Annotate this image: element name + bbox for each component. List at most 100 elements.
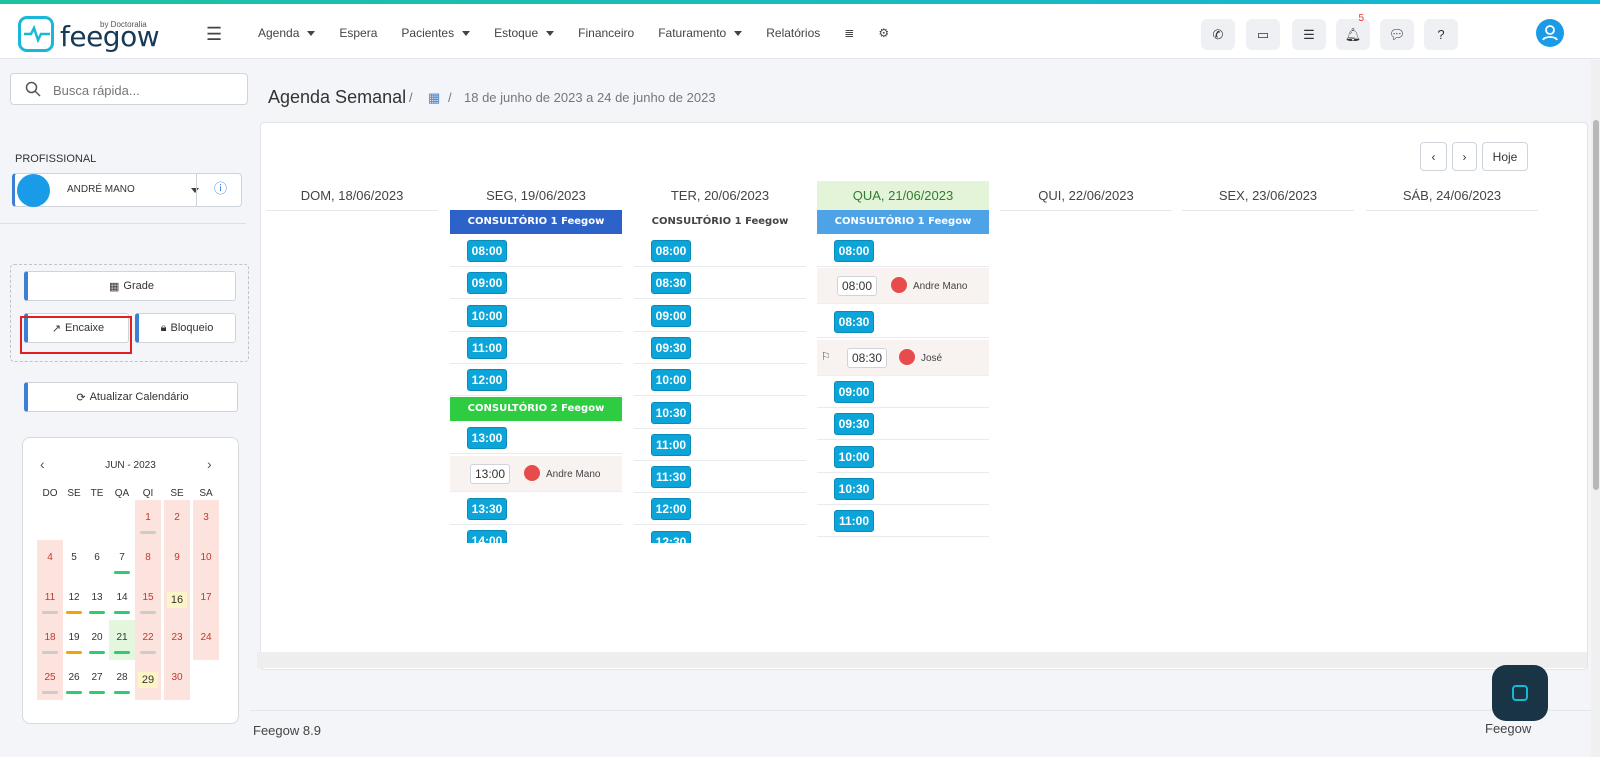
day-header: TER, 20/06/2023: [634, 181, 806, 211]
time-slot[interactable]: 12:00: [634, 493, 806, 526]
time-slot[interactable]: 09:30: [634, 332, 806, 364]
time-slot[interactable]: 10:30: [817, 473, 989, 505]
slot-time-button[interactable]: 08:00: [651, 240, 691, 262]
slot-time-button[interactable]: 11:00: [834, 510, 874, 533]
slot-time-button[interactable]: 10:00: [834, 445, 874, 468]
calendar-day[interactable]: 20: [84, 620, 110, 660]
day-number: 18: [44, 632, 56, 643]
calendar-day[interactable]: 13: [84, 580, 110, 620]
time-slot[interactable]: 11:30: [634, 461, 806, 494]
appointment[interactable]: 08:00 Andre Mano: [817, 268, 989, 304]
calendar-day[interactable]: 11: [37, 580, 63, 620]
slot-time-button[interactable]: 09:30: [834, 413, 874, 436]
time-slot[interactable]: 10:00: [817, 441, 989, 473]
calendar-day[interactable]: 21: [109, 620, 135, 660]
time-slot[interactable]: 08:30: [634, 267, 806, 300]
time-slot[interactable]: 09:00: [634, 300, 806, 332]
slot-time-button[interactable]: 08:30: [651, 272, 691, 295]
slot-time-button[interactable]: 09:00: [834, 381, 874, 403]
calendar-day[interactable]: 24: [193, 620, 219, 660]
time-slot[interactable]: 08:00: [634, 235, 806, 267]
availability-bar: [114, 571, 130, 574]
calendar-day[interactable]: 29: [135, 660, 161, 700]
day-number: 15: [142, 592, 154, 603]
time-slot[interactable]: 11:00: [634, 429, 806, 461]
calendar-day[interactable]: 23: [164, 620, 190, 660]
day-number: 5: [71, 552, 77, 563]
slot-time-button[interactable]: 08:00: [467, 240, 507, 262]
slot-time-button[interactable]: 08:30: [834, 311, 874, 333]
footer-brand: Feegow: [1485, 721, 1532, 736]
slot-time-button[interactable]: 12:00: [467, 369, 507, 392]
appointment[interactable]: ⚐ 08:30 José: [817, 340, 989, 376]
room-header: CONSULTÓRIO 2 Feegow: [450, 397, 622, 421]
day-number: 12: [68, 592, 80, 603]
day-number: 21: [116, 632, 128, 643]
calendar-day[interactable]: 14: [109, 580, 135, 620]
time-slot[interactable]: 13:00: [450, 422, 622, 454]
assistant-icon: [1512, 685, 1528, 701]
horizontal-scrollbar[interactable]: [257, 652, 1587, 668]
assistant-fab[interactable]: [1492, 665, 1548, 721]
time-slot[interactable]: 09:00: [817, 376, 989, 408]
appointment[interactable]: 13:00 Andre Mano: [450, 456, 622, 492]
calendar-day[interactable]: 22: [135, 620, 161, 660]
slot-time-button[interactable]: 13:00: [467, 427, 507, 449]
flag-icon[interactable]: ⚐: [821, 350, 831, 363]
calendar-day[interactable]: 16: [164, 580, 190, 620]
sad-face-icon: [524, 465, 540, 481]
calendar-day[interactable]: 27: [84, 660, 110, 700]
time-slot[interactable]: 11:00: [450, 332, 622, 364]
day-number: 26: [68, 672, 80, 683]
calendar-day[interactable]: 10: [193, 540, 219, 580]
calendar-day[interactable]: 9: [164, 540, 190, 580]
time-slot[interactable]: 10:00: [450, 300, 622, 332]
day-number: 7: [119, 552, 125, 563]
slot-time-button[interactable]: 13:30: [467, 498, 507, 520]
availability-bar: [114, 651, 130, 654]
time-slot[interactable]: 09:30: [817, 408, 989, 441]
time-slot[interactable]: 08:30: [817, 306, 989, 338]
day-number: 17: [200, 592, 212, 603]
calendar-day[interactable]: 17: [193, 580, 219, 620]
slot-time-button[interactable]: 08:00: [834, 240, 874, 262]
calendar-day[interactable]: 15: [135, 580, 161, 620]
slot-time-button[interactable]: 10:00: [651, 369, 691, 392]
vertical-scrollbar[interactable]: [1591, 60, 1600, 757]
calendar-day[interactable]: 18: [37, 620, 63, 660]
scrollbar-thumb[interactable]: [1593, 120, 1599, 490]
slot-time-button[interactable]: 10:30: [651, 401, 691, 424]
calendar-day[interactable]: 8: [135, 540, 161, 580]
slot-time-button[interactable]: 10:30: [834, 477, 874, 500]
calendar-day[interactable]: 7: [109, 540, 135, 580]
time-slot[interactable]: 08:00: [450, 235, 622, 267]
calendar-day[interactable]: 6: [84, 540, 110, 580]
patient-name: Andre Mano: [913, 281, 968, 292]
calendar-day[interactable]: 28: [109, 660, 135, 700]
day-header: QUI, 22/06/2023: [1000, 181, 1172, 211]
day-number: 29: [137, 672, 159, 688]
time-slot[interactable]: 13:30: [450, 493, 622, 525]
time-slot[interactable]: 12:00: [450, 364, 622, 397]
calendar-day[interactable]: 25: [37, 660, 63, 700]
availability-bar: [66, 651, 82, 654]
slot-time-button[interactable]: 09:30: [651, 336, 691, 359]
time-slot[interactable]: 10:30: [634, 397, 806, 429]
time-slot[interactable]: 09:00: [450, 267, 622, 300]
slot-time-button[interactable]: 11:30: [651, 466, 691, 489]
time-slot[interactable]: 10:00: [634, 364, 806, 397]
slot-time-button[interactable]: 09:00: [467, 272, 507, 295]
time-slot[interactable]: 11:00: [817, 505, 989, 538]
slot-time-button[interactable]: 09:00: [651, 304, 691, 327]
day-number: 16: [166, 592, 188, 608]
slot-time-button[interactable]: 10:00: [467, 304, 507, 327]
slot-time-button[interactable]: 12:00: [651, 498, 691, 521]
slot-time-button[interactable]: 11:00: [651, 433, 691, 456]
calendar-day[interactable]: 30: [164, 660, 190, 700]
slot-time-button[interactable]: 11:00: [467, 336, 507, 359]
room-header: CONSULTÓRIO 1 Feegow: [634, 210, 806, 234]
day-number: 23: [171, 632, 183, 643]
time-slot[interactable]: 08:00: [817, 235, 989, 267]
day-number: 13: [91, 592, 103, 603]
calendar-day[interactable]: 4: [37, 540, 63, 580]
